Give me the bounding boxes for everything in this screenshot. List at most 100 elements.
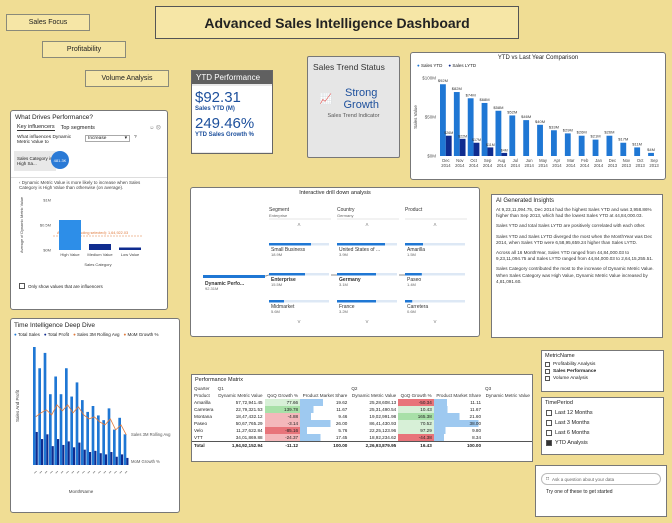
drivers-bar[interactable] bbox=[59, 220, 81, 250]
drivers-ytick: $0.5M bbox=[40, 223, 51, 228]
matrix-product-cell: Paseo bbox=[194, 421, 208, 426]
insight-4: Across all 16 MonthYear, Sales YTD range… bbox=[496, 250, 654, 262]
influencer-label: Sales Category is High Sa... bbox=[17, 156, 53, 166]
time-period-slicer: TimePeriod Last 12 Months Last 3 Months La… bbox=[541, 397, 664, 455]
period-option[interactable]: YTD Analysis bbox=[542, 438, 663, 448]
time-bar-sales bbox=[43, 352, 47, 465]
period-checkbox[interactable] bbox=[546, 430, 552, 436]
matrix-product-cell: Montana bbox=[194, 414, 212, 419]
drill-bar[interactable] bbox=[269, 243, 311, 246]
matrix-cell: -85.16 bbox=[264, 427, 301, 434]
chevron-down-icon: ▾ bbox=[124, 136, 127, 141]
metric-option[interactable]: Volume Analysis bbox=[542, 375, 663, 382]
metric-checkbox[interactable] bbox=[545, 362, 550, 367]
time-bar-sales bbox=[38, 368, 41, 465]
matrix-cell: 9.46 bbox=[300, 413, 350, 420]
ytd-sales-label: Sales YTD (M) bbox=[195, 106, 235, 112]
sales-trend-status: Strong Growth bbox=[343, 87, 379, 111]
checkbox-box[interactable] bbox=[19, 283, 25, 289]
yoy-xtick-year: 2014 bbox=[497, 163, 507, 168]
matrix-row[interactable]: Montana 18,47,432.12 -4.88 9.46 19,02,991.98… bbox=[192, 413, 532, 420]
drivers-bar[interactable] bbox=[119, 247, 141, 251]
yoy-data-label: $17M bbox=[618, 137, 628, 142]
insight-1: At 9,23,11,094.75, Dec 2014 had the high… bbox=[496, 207, 652, 219]
sales-focus-button[interactable]: Sales Focus bbox=[6, 14, 90, 31]
time-bar-profit bbox=[35, 431, 38, 465]
qa-visual: □ Ask a question about your data Try one… bbox=[535, 465, 667, 517]
yoy-bar-ytd bbox=[578, 135, 585, 156]
time-bar-profit bbox=[67, 441, 70, 465]
matrix-cell: 1,94,92,152.94 bbox=[215, 441, 265, 449]
tab-key-influencers[interactable]: Key influencers bbox=[17, 124, 55, 131]
drivers-bar[interactable] bbox=[89, 244, 111, 250]
yoy-data-label: $68M bbox=[480, 97, 490, 102]
matrix-row[interactable]: VTT 34,01,869.88 -24.37 17.45 18,92,234.62 -4… bbox=[192, 434, 532, 442]
matrix-row[interactable]: Velo 11,27,622.84 -85.16 5.76 22,25,123.96 97… bbox=[192, 427, 532, 434]
period-option[interactable]: Last 12 Months bbox=[542, 408, 663, 418]
tab-top-segments[interactable]: Top segments bbox=[61, 125, 95, 131]
yoy-xtick-year: 2014 bbox=[469, 163, 479, 168]
metric-option[interactable]: Profitability Analysis bbox=[542, 361, 663, 368]
time-bar-sales bbox=[86, 411, 89, 465]
influencer-explanation: ‹ Dynamic Metric Value is more likely to… bbox=[11, 177, 167, 192]
matrix-row[interactable]: Amarilla 57,72,941.45 77.66 19.62 25,28,608.… bbox=[192, 399, 532, 406]
drill-bar[interactable] bbox=[337, 273, 376, 276]
time-intelligence-card: Time Intelligence Deep Dive ● Total Sale… bbox=[10, 318, 180, 513]
drill-bar[interactable] bbox=[405, 273, 422, 276]
matrix-cell: 86,41,430.93 bbox=[369, 421, 397, 426]
yoy-ly-label: $17M bbox=[472, 138, 481, 142]
time-bar-sales bbox=[123, 434, 127, 465]
matrix-row[interactable]: Carretera 22,79,321.53 139.78 11.67 25,31,49… bbox=[192, 406, 532, 413]
volume-analysis-label: Volume Analysis bbox=[101, 75, 153, 82]
matrix-dmv-header: Dynamic Metric Value bbox=[218, 393, 263, 398]
matrix-cell: 165.38 bbox=[398, 413, 434, 420]
drill-bar[interactable] bbox=[405, 300, 413, 303]
qa-input[interactable]: Ask a question about your data bbox=[552, 477, 614, 482]
matrix-title: Performance Matrix bbox=[195, 377, 243, 383]
profitability-button[interactable]: Profitability bbox=[42, 41, 126, 58]
decomposition-tree[interactable]: SegmentEnterpriseCountryGermanyProduct˄ ˄… bbox=[191, 196, 479, 334]
yoy-data-label: $29M bbox=[563, 127, 573, 132]
metric-checkbox[interactable] bbox=[545, 376, 550, 381]
ytd-performance-card: YTD Performance $92.31 Sales YTD (M) 249… bbox=[191, 70, 273, 154]
time-xlabel: MonthName bbox=[69, 489, 94, 494]
influencer-item[interactable]: Sales Category is High Sa... bbox=[14, 151, 56, 171]
influencer-bar-chart: Average of Dynamic Metric Value $1M $0.5M $… bbox=[20, 197, 143, 267]
qa-input-wrap[interactable]: □ Ask a question about your data bbox=[541, 473, 661, 485]
yoy-data-label: $4M bbox=[647, 147, 655, 152]
matrix-cell: 19.62 bbox=[300, 399, 350, 406]
matrix-cell: 19,02,991.98 bbox=[369, 414, 397, 419]
increase-select[interactable]: Increase ▾ bbox=[85, 135, 130, 142]
drill-root-bar[interactable] bbox=[203, 275, 265, 278]
insight-2: Sales YTD and total Sales LYTD are posit… bbox=[496, 223, 646, 229]
metric-option[interactable]: Sales Performance bbox=[542, 368, 663, 375]
yoy-data-label: $74M bbox=[466, 92, 476, 97]
drill-bar[interactable] bbox=[269, 273, 305, 276]
drill-bar[interactable] bbox=[269, 300, 284, 303]
period-checkbox[interactable] bbox=[546, 440, 552, 446]
matrix-qoq-header-q2: QoQ Growth % bbox=[400, 393, 432, 398]
matrix-cell: 10.43 bbox=[398, 406, 434, 413]
drill-bar[interactable] bbox=[337, 300, 376, 303]
time-mom-label: MoM Growth % bbox=[131, 459, 160, 464]
matrix-cell: 22,25,123.96 bbox=[369, 428, 397, 433]
metric-checkbox[interactable] bbox=[545, 369, 550, 374]
volume-analysis-button[interactable]: Volume Analysis bbox=[85, 70, 169, 87]
yoy-data-label: $52M bbox=[507, 109, 517, 114]
period-option[interactable]: Last 6 Months bbox=[542, 428, 663, 438]
matrix-share-header: Product Market Share bbox=[302, 393, 348, 398]
sales-focus-label: Sales Focus bbox=[28, 19, 68, 26]
yoy-data-label: $92M bbox=[438, 78, 448, 83]
drill-bar[interactable] bbox=[405, 243, 423, 246]
only-influencers-checkbox[interactable]: Only show values that are influencers bbox=[11, 282, 167, 290]
period-checkbox[interactable] bbox=[546, 410, 552, 416]
period-checkbox[interactable] bbox=[546, 420, 552, 426]
matrix-row[interactable]: Paseo 50,67,765.29 -3.14 26.00 86,41,430.93 7… bbox=[192, 420, 532, 427]
drill-bar[interactable] bbox=[337, 243, 385, 246]
time-bar-profit bbox=[121, 454, 124, 465]
period-option[interactable]: Last 3 Months bbox=[542, 418, 663, 428]
thumbs-icon[interactable]: ☺ ☹ bbox=[149, 125, 161, 131]
matrix-row[interactable]: Total 1,94,92,152.94 -11.12 100.00 2,26,93,8… bbox=[192, 441, 532, 449]
yoy-bar-ly bbox=[501, 152, 508, 156]
help-icon[interactable]: ? bbox=[134, 135, 137, 140]
